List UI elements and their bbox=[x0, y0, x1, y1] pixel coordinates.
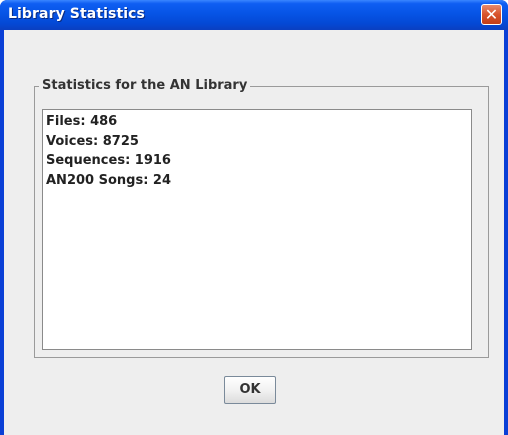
statistics-text-area[interactable]: Files: 486 Voices: 8725 Sequences: 1916 … bbox=[42, 109, 472, 350]
close-icon[interactable]: ✕ bbox=[481, 4, 502, 25]
window-title: Library Statistics bbox=[8, 6, 145, 22]
ok-button[interactable]: OK bbox=[224, 376, 276, 404]
library-statistics-dialog: Library Statistics ✕ Statistics for the … bbox=[0, 0, 508, 435]
stat-an200-songs: AN200 Songs: 24 bbox=[46, 172, 172, 188]
statistics-group: Statistics for the AN Library Files: 486… bbox=[34, 77, 489, 358]
stat-voices: Voices: 8725 bbox=[46, 133, 139, 149]
title-bar[interactable]: Library Statistics ✕ bbox=[0, 0, 508, 30]
dialog-content: Statistics for the AN Library Files: 486… bbox=[4, 30, 504, 435]
group-title: Statistics for the AN Library bbox=[39, 77, 251, 95]
stat-sequences: Sequences: 1916 bbox=[46, 153, 171, 168]
stat-files: Files: 486 bbox=[46, 114, 118, 129]
